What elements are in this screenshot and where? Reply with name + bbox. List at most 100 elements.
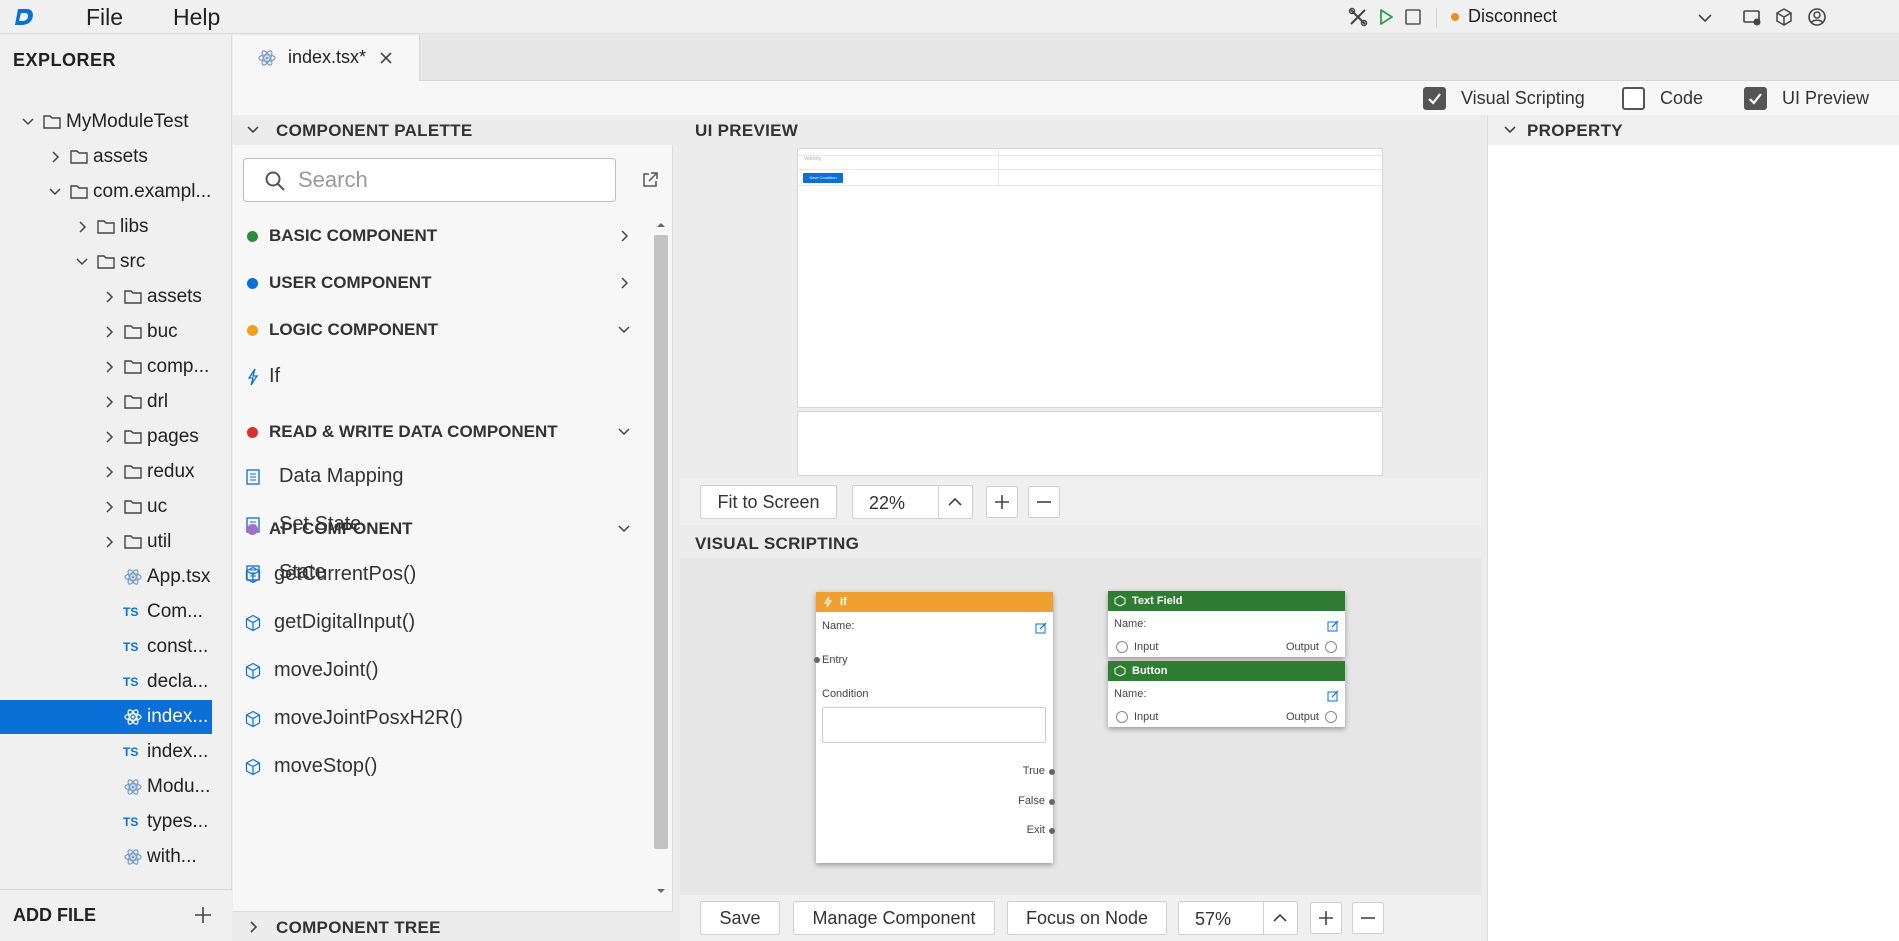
chevron-right-icon[interactable] [101,534,117,550]
tree-item[interactable]: TS const... [0,630,212,664]
tree-item[interactable]: comp... [0,350,212,384]
output-port-plus-icon[interactable] [1325,711,1337,723]
chevron-up-icon[interactable] [938,486,972,518]
edit-icon[interactable] [1327,620,1339,632]
tree-item[interactable]: redux [0,455,212,489]
palette-category[interactable]: API COMPONENT [233,512,653,546]
scripting-zoom-input[interactable]: 57% [1178,901,1298,935]
zoom-in-button[interactable] [986,486,1018,518]
stop-icon[interactable] [1403,7,1423,27]
tree-item[interactable]: assets [0,140,212,174]
chevron-down-icon[interactable] [616,322,632,338]
if-node-header[interactable]: If [816,592,1053,612]
edit-icon[interactable] [1035,622,1047,634]
scroll-down-icon[interactable] [654,885,668,897]
entry-port[interactable] [814,657,820,663]
zoom-out-button[interactable] [1352,902,1384,934]
add-file-plus-icon[interactable] [193,905,213,925]
palette-item[interactable]: moveStop() [233,750,653,784]
tree-item[interactable]: uc [0,490,212,524]
chevron-right-icon[interactable] [616,275,632,291]
tools-icon[interactable] [1348,7,1368,27]
chevron-up-icon[interactable] [1263,902,1297,934]
palette-item[interactable]: getDigitalInput() [233,606,653,640]
play-icon[interactable] [1376,7,1396,27]
palette-item[interactable]: moveJointPosxH2R() [233,702,653,736]
tree-item[interactable]: assets [0,280,212,314]
chevron-down-icon[interactable] [74,254,90,270]
search-input[interactable] [298,165,598,195]
scrollbar-thumb[interactable] [654,235,668,849]
checkbox-ui-preview[interactable] [1744,87,1767,110]
connection-select[interactable]: Disconnect [1468,6,1557,27]
cube-icon[interactable] [1774,7,1794,27]
tree-item[interactable]: buc [0,315,212,349]
chevron-right-icon[interactable] [101,429,117,445]
palette-category[interactable]: BASIC COMPONENT [233,219,653,253]
checkbox-code[interactable] [1622,87,1645,110]
button-node[interactable]: Button Name: Input Output [1108,661,1345,727]
manage-component-button[interactable]: Manage Component [793,901,995,935]
save-button[interactable]: Save [700,901,780,935]
close-icon[interactable] [378,50,394,66]
text-field-node[interactable]: Text Field Name: Input Output [1108,591,1345,657]
component-tree-header[interactable]: COMPONENT TREE [233,911,673,941]
tree-item[interactable]: TS decla... [0,665,212,699]
tree-item[interactable]: com.exampl... [0,175,212,209]
palette-category[interactable]: USER COMPONENT [233,266,653,300]
chevron-right-icon[interactable] [47,149,63,165]
false-port[interactable] [1049,799,1055,805]
chevron-right-icon[interactable] [74,219,90,235]
chevron-right-icon[interactable] [101,499,117,515]
palette-category[interactable]: LOGIC COMPONENT [233,313,653,347]
chevron-right-icon[interactable] [616,228,632,244]
tree-item[interactable]: util [0,525,212,559]
property-header[interactable]: PROPERTY [1488,115,1899,145]
device-icon[interactable] [1742,7,1762,27]
tree-item[interactable]: Modu... [0,770,212,804]
tree-item[interactable]: TS Com... [0,595,212,629]
chevron-down-icon[interactable] [20,114,36,130]
palette-item[interactable]: If [233,360,653,394]
preview-zoom-input[interactable]: 22% [852,485,973,519]
preview-canvas[interactable]: Velocity Save Condition [797,148,1384,408]
focus-on-node-button[interactable]: Focus on Node [1007,901,1167,935]
palette-item[interactable]: getCurrentPos() [233,558,653,592]
edit-icon[interactable] [1327,690,1339,702]
input-port-plus-icon[interactable] [1116,641,1128,653]
tree-item[interactable]: libs [0,210,212,244]
chevron-down-icon[interactable] [616,424,632,440]
component-palette-header[interactable]: COMPONENT PALETTE [233,115,673,145]
zoom-in-button[interactable] [1310,902,1342,934]
chevron-right-icon[interactable] [101,289,117,305]
if-node[interactable]: If Name: Entry Condition True False Exit [814,592,1055,863]
chevron-right-icon[interactable] [101,324,117,340]
checkbox-visual-scripting[interactable] [1423,87,1446,110]
preview-text-field[interactable]: Velocity [804,156,821,162]
fit-to-screen-button[interactable]: Fit to Screen [700,485,837,519]
menu-help[interactable]: Help [173,4,220,31]
text-field-node-header[interactable]: Text Field [1108,591,1345,611]
preview-canvas-lower[interactable] [797,411,1383,476]
preview-button[interactable]: Save Condition [803,173,843,183]
button-node-header[interactable]: Button [1108,661,1345,681]
tree-item[interactable]: index... [0,700,212,734]
tree-item[interactable]: TS types... [0,805,212,839]
tree-item[interactable]: src [0,245,212,279]
popout-icon[interactable] [641,171,659,189]
chevron-down-icon[interactable] [1696,9,1714,27]
account-icon[interactable] [1807,7,1827,27]
exit-port[interactable] [1049,828,1055,834]
chevron-down-icon[interactable] [616,521,632,537]
tree-item[interactable]: drl [0,385,212,419]
palette-category[interactable]: READ & WRITE DATA COMPONENT [233,415,653,449]
chevron-right-icon[interactable] [101,394,117,410]
condition-input[interactable] [822,707,1046,743]
zoom-out-button[interactable] [1028,486,1060,518]
tree-item[interactable]: MyModuleTest [0,105,212,139]
tree-item[interactable]: App.tsx [0,560,212,594]
tree-item[interactable]: with... [0,840,212,874]
output-port-plus-icon[interactable] [1325,641,1337,653]
chevron-right-icon[interactable] [101,464,117,480]
chevron-right-icon[interactable] [101,359,117,375]
